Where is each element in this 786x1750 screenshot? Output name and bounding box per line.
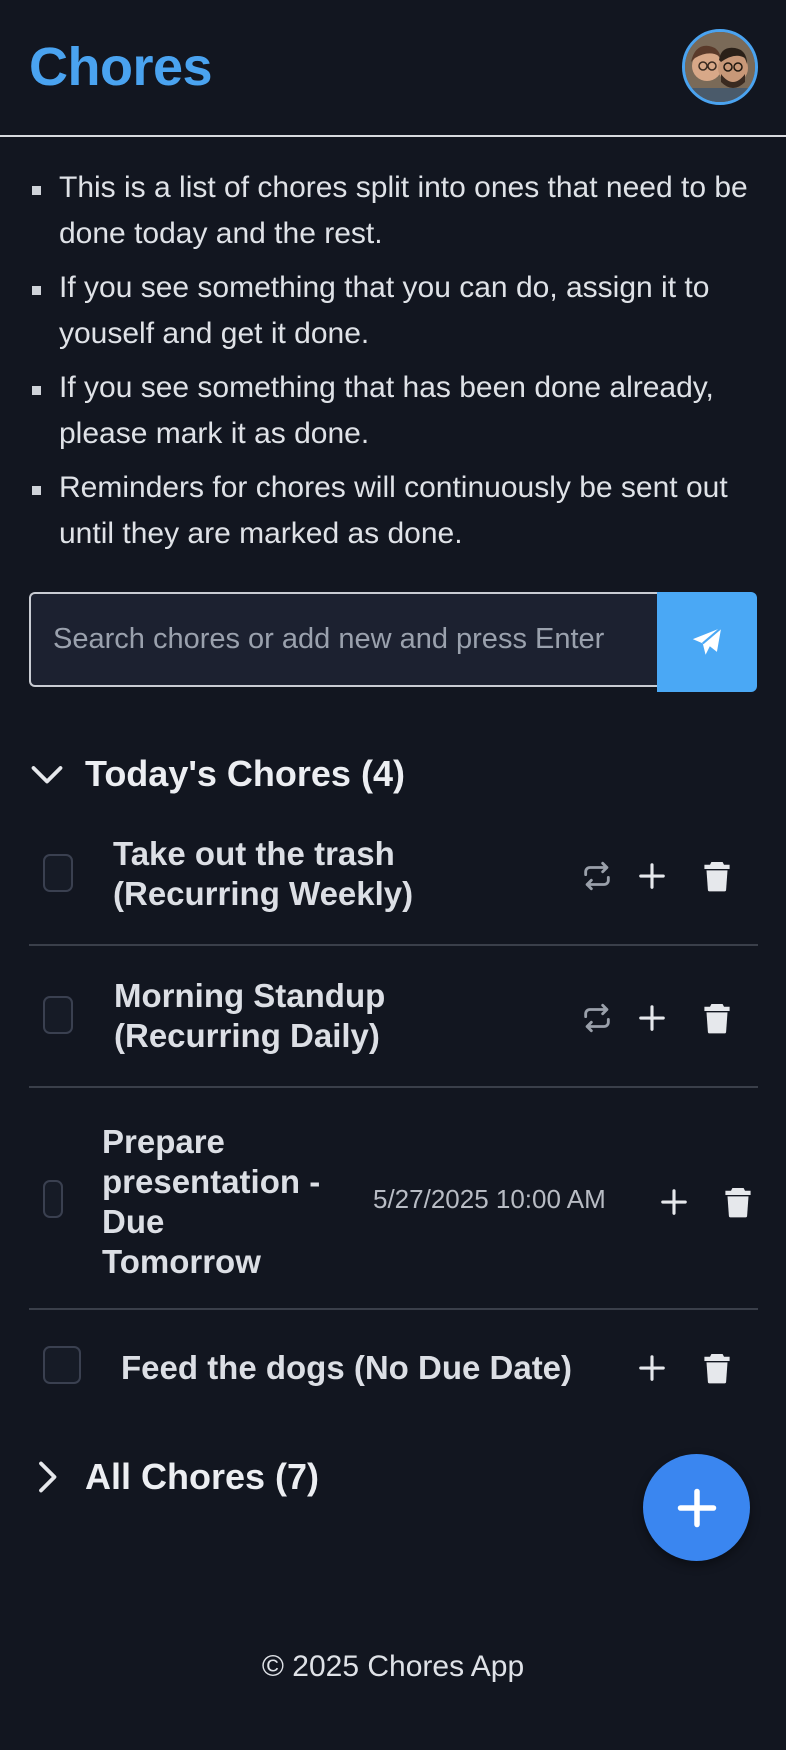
assign-button[interactable] xyxy=(630,996,674,1040)
send-button[interactable] xyxy=(657,592,757,692)
chore-checkbox[interactable] xyxy=(43,854,73,892)
plus-icon xyxy=(639,863,665,889)
user-avatar[interactable] xyxy=(682,29,758,105)
chore-row: Take out the trash (Recurring Weekly) xyxy=(29,824,758,946)
plus-icon xyxy=(639,1005,665,1031)
chore-row: Feed the dogs (No Due Date) xyxy=(29,1310,758,1420)
chevron-down-icon xyxy=(31,766,63,784)
chore-title: Prepare presentation - Due Tomorrow xyxy=(102,1123,321,1280)
trash-icon xyxy=(725,1188,751,1218)
chore-checkbox[interactable] xyxy=(43,1180,63,1218)
chore-title: Take out the trash (Recurring Weekly) xyxy=(113,835,414,912)
repeat-icon xyxy=(584,1003,610,1033)
trash-icon xyxy=(704,862,730,892)
recurring-button[interactable] xyxy=(575,996,619,1040)
search-input[interactable] xyxy=(29,592,659,687)
chore-row: Morning Standup (Recurring Daily) xyxy=(29,946,758,1088)
plus-icon xyxy=(661,1189,687,1215)
paper-plane-icon xyxy=(692,627,722,655)
chore-checkbox[interactable] xyxy=(43,1346,81,1384)
assign-button[interactable] xyxy=(652,1180,696,1224)
due-date: 5/27/2025 10:00 AM xyxy=(373,1184,606,1214)
instruction-item: If you see something that you can do, as… xyxy=(29,265,759,357)
chore-title: Feed the dogs (No Due Date) xyxy=(121,1349,573,1386)
app-title: Chores xyxy=(29,37,213,97)
trash-icon xyxy=(704,1354,730,1384)
all-section-toggle[interactable]: All Chores (7) xyxy=(29,1456,319,1498)
recurring-button[interactable] xyxy=(575,854,619,898)
instruction-item: If you see something that has been done … xyxy=(29,365,759,457)
trash-icon xyxy=(704,1004,730,1034)
plus-icon xyxy=(677,1488,716,1527)
all-section-title: All Chores (7) xyxy=(85,1456,320,1497)
delete-button[interactable] xyxy=(695,996,739,1040)
repeat-icon xyxy=(584,861,610,891)
today-section-title: Today's Chores (4) xyxy=(85,753,405,794)
chore-checkbox[interactable] xyxy=(43,996,73,1034)
delete-button[interactable] xyxy=(695,854,739,898)
assign-button[interactable] xyxy=(630,854,674,898)
plus-icon xyxy=(639,1355,665,1381)
footer-copyright: © 2025 Chores App xyxy=(261,1650,525,1683)
delete-button[interactable] xyxy=(695,1346,739,1390)
chevron-right-icon xyxy=(39,1461,57,1493)
delete-button[interactable] xyxy=(716,1180,760,1224)
instruction-item: This is a list of chores split into ones… xyxy=(29,165,759,257)
search-bar xyxy=(29,592,757,692)
today-section-toggle[interactable]: Today's Chores (4) xyxy=(29,753,405,795)
chore-title: Morning Standup (Recurring Daily) xyxy=(114,977,386,1054)
chore-row: Prepare presentation - Due Tomorrow 5/27… xyxy=(29,1088,758,1310)
assign-button[interactable] xyxy=(630,1346,674,1390)
app-header: Chores xyxy=(0,0,786,137)
instruction-item: Reminders for chores will continuously b… xyxy=(29,465,759,557)
add-chore-button[interactable] xyxy=(643,1454,750,1561)
avatar-photo xyxy=(685,32,755,102)
instructions-list: This is a list of chores split into ones… xyxy=(29,165,759,565)
